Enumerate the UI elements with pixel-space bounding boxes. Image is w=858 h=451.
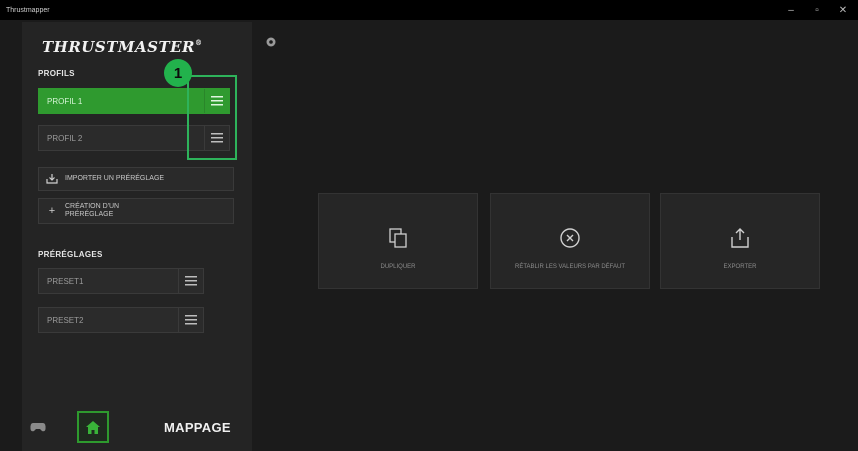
settings-gear-icon[interactable] bbox=[265, 35, 277, 47]
duplicate-label: DUPLIQUER bbox=[380, 264, 416, 270]
create-preset-label-line1: CRÉATION D'UN bbox=[65, 203, 120, 210]
profile-name: PROFIL 1 bbox=[47, 96, 83, 106]
reset-defaults-label: RÉTABLIR LES VALEURS PAR DÉFAUT bbox=[514, 264, 626, 270]
window-title: Thrustmapper bbox=[6, 6, 50, 14]
profiles-section-label: PROFILS bbox=[38, 69, 75, 78]
create-preset-button[interactable]: + CRÉATION D'UN PRÉRÉGLAGE bbox=[38, 198, 234, 224]
export-icon bbox=[731, 227, 749, 249]
minimize-button[interactable]: – bbox=[780, 0, 802, 20]
menu-icon bbox=[185, 315, 197, 325]
preset-item-2[interactable]: PRESET2 bbox=[38, 307, 204, 333]
annotation-badge: 1 bbox=[164, 59, 192, 87]
import-preset-label: IMPORTER UN PRÉRÉGLAGE bbox=[65, 175, 165, 182]
export-label: EXPORTER bbox=[723, 264, 757, 270]
close-button[interactable]: ✕ bbox=[832, 0, 854, 20]
presets-section-label: PRÉRÉGLAGES bbox=[38, 250, 103, 259]
gamepad-icon[interactable] bbox=[30, 420, 46, 432]
mappage-label[interactable]: MAPPAGE bbox=[164, 420, 231, 435]
registered-mark: ® bbox=[195, 38, 203, 47]
home-icon bbox=[86, 420, 100, 434]
create-preset-label-line2: PRÉRÉGLAGE bbox=[65, 211, 114, 218]
profile-name: PROFIL 2 bbox=[47, 133, 83, 143]
maximize-button[interactable]: ▫ bbox=[806, 0, 828, 20]
duplicate-button[interactable]: DUPLIQUER bbox=[318, 193, 478, 289]
preset-menu-button[interactable] bbox=[178, 308, 203, 332]
annotation-highlight-box bbox=[187, 75, 237, 160]
menu-icon bbox=[185, 276, 197, 286]
reset-icon bbox=[559, 227, 581, 249]
create-preset-label: CRÉATION D'UN PRÉRÉGLAGE bbox=[65, 203, 119, 219]
import-preset-button[interactable]: IMPORTER UN PRÉRÉGLAGE bbox=[38, 167, 234, 191]
brand-name: THRUSTMASTER bbox=[42, 38, 196, 56]
home-button[interactable] bbox=[77, 411, 109, 443]
preset-menu-button[interactable] bbox=[178, 269, 203, 293]
import-icon bbox=[39, 174, 65, 184]
preset-name: PRESET1 bbox=[47, 276, 84, 286]
preset-item-1[interactable]: PRESET1 bbox=[38, 268, 204, 294]
export-button[interactable]: EXPORTER bbox=[660, 193, 820, 289]
preset-name: PRESET2 bbox=[47, 315, 84, 325]
reset-defaults-button[interactable]: RÉTABLIR LES VALEURS PAR DÉFAUT bbox=[490, 193, 650, 289]
plus-icon: + bbox=[48, 205, 56, 217]
brand-logo: THRUSTMASTER® bbox=[42, 38, 242, 58]
title-bar: Thrustmapper bbox=[0, 0, 858, 20]
duplicate-icon bbox=[389, 227, 407, 249]
